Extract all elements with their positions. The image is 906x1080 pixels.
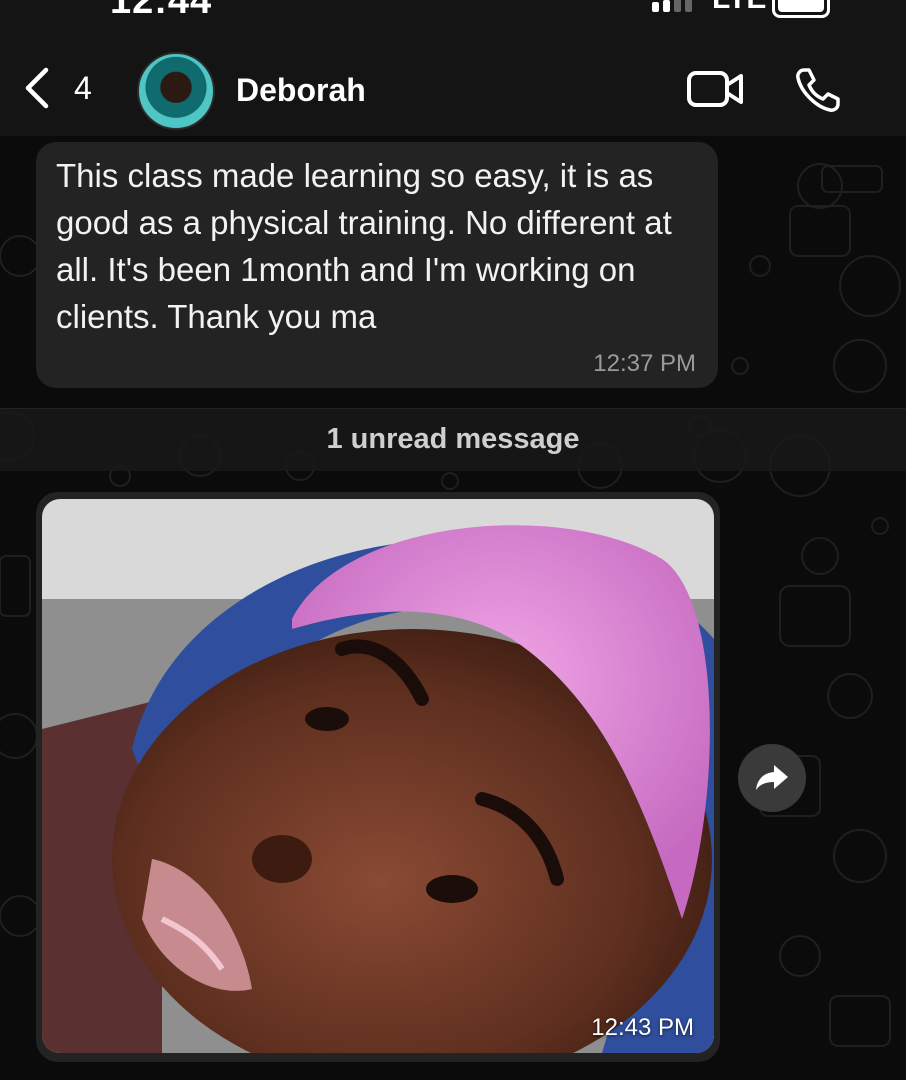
message-bubble-image[interactable]: 12:43 PM bbox=[36, 492, 720, 1062]
video-camera-icon bbox=[687, 71, 743, 107]
battery-icon bbox=[772, 0, 830, 18]
chat-header: 4 Deborah bbox=[0, 28, 906, 136]
network-type: LTE bbox=[712, 0, 766, 16]
contact-name[interactable]: Deborah bbox=[236, 72, 366, 109]
unread-divider: 1 unread message bbox=[0, 408, 906, 471]
unread-chats-count: 4 bbox=[74, 69, 92, 106]
chevron-left-icon bbox=[25, 67, 49, 109]
back-button[interactable]: 4 bbox=[22, 66, 92, 110]
video-call-button[interactable] bbox=[686, 68, 746, 115]
signal-strength-icon bbox=[652, 0, 692, 12]
message-text: This class made learning so easy, it is … bbox=[56, 157, 672, 335]
forward-button[interactable] bbox=[738, 744, 806, 812]
status-bar: 12:44 LTE bbox=[0, 0, 906, 28]
unread-divider-label: 1 unread message bbox=[326, 423, 580, 455]
message-photo[interactable] bbox=[42, 499, 714, 1053]
voice-call-button[interactable] bbox=[794, 66, 842, 119]
message-timestamp: 12:37 PM bbox=[593, 350, 696, 377]
forward-arrow-icon bbox=[756, 765, 788, 790]
status-time: 12:44 bbox=[110, 0, 213, 22]
message-bubble-text[interactable]: This class made learning so easy, it is … bbox=[36, 142, 718, 388]
image-timestamp: 12:43 PM bbox=[591, 1014, 694, 1041]
contact-avatar[interactable] bbox=[137, 52, 215, 130]
phone-icon bbox=[796, 68, 840, 112]
